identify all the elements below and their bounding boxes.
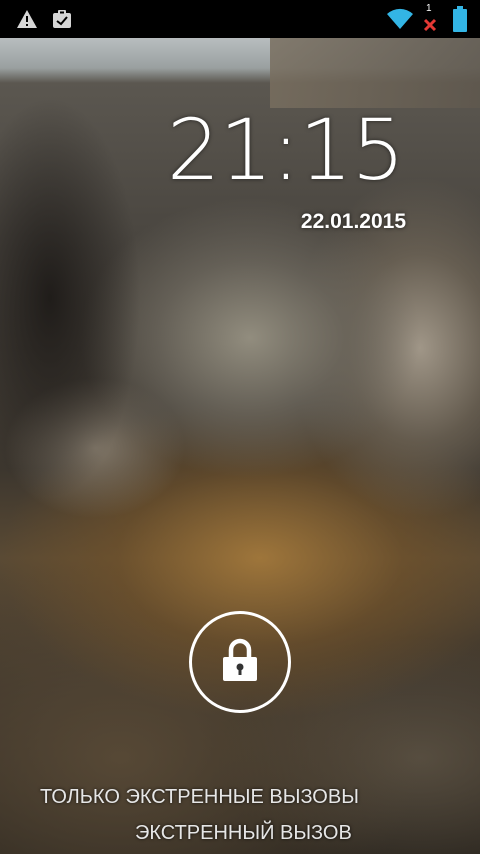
wifi-icon <box>386 0 414 38</box>
lockscreen-date: 22.01.2015 <box>300 210 406 233</box>
wallpaper-shadow <box>0 98 140 498</box>
wallpaper-rock <box>270 38 480 108</box>
clipboard-check-icon <box>52 0 72 38</box>
status-bar[interactable]: 1 <box>0 0 480 38</box>
lockscreen-clock: 21:15 <box>166 101 405 199</box>
lock-icon <box>221 638 259 687</box>
unlock-button[interactable] <box>189 611 291 713</box>
emergency-call-button[interactable]: ЭКСТРЕННЫЙ ВЫЗОВ <box>135 822 352 845</box>
battery-icon <box>453 0 467 38</box>
emergency-only-status: ТОЛЬКО ЭКСТРЕННЫЕ ВЫЗОВЫ <box>40 786 359 808</box>
warning-icon <box>16 0 38 38</box>
no-signal-icon <box>423 6 437 44</box>
